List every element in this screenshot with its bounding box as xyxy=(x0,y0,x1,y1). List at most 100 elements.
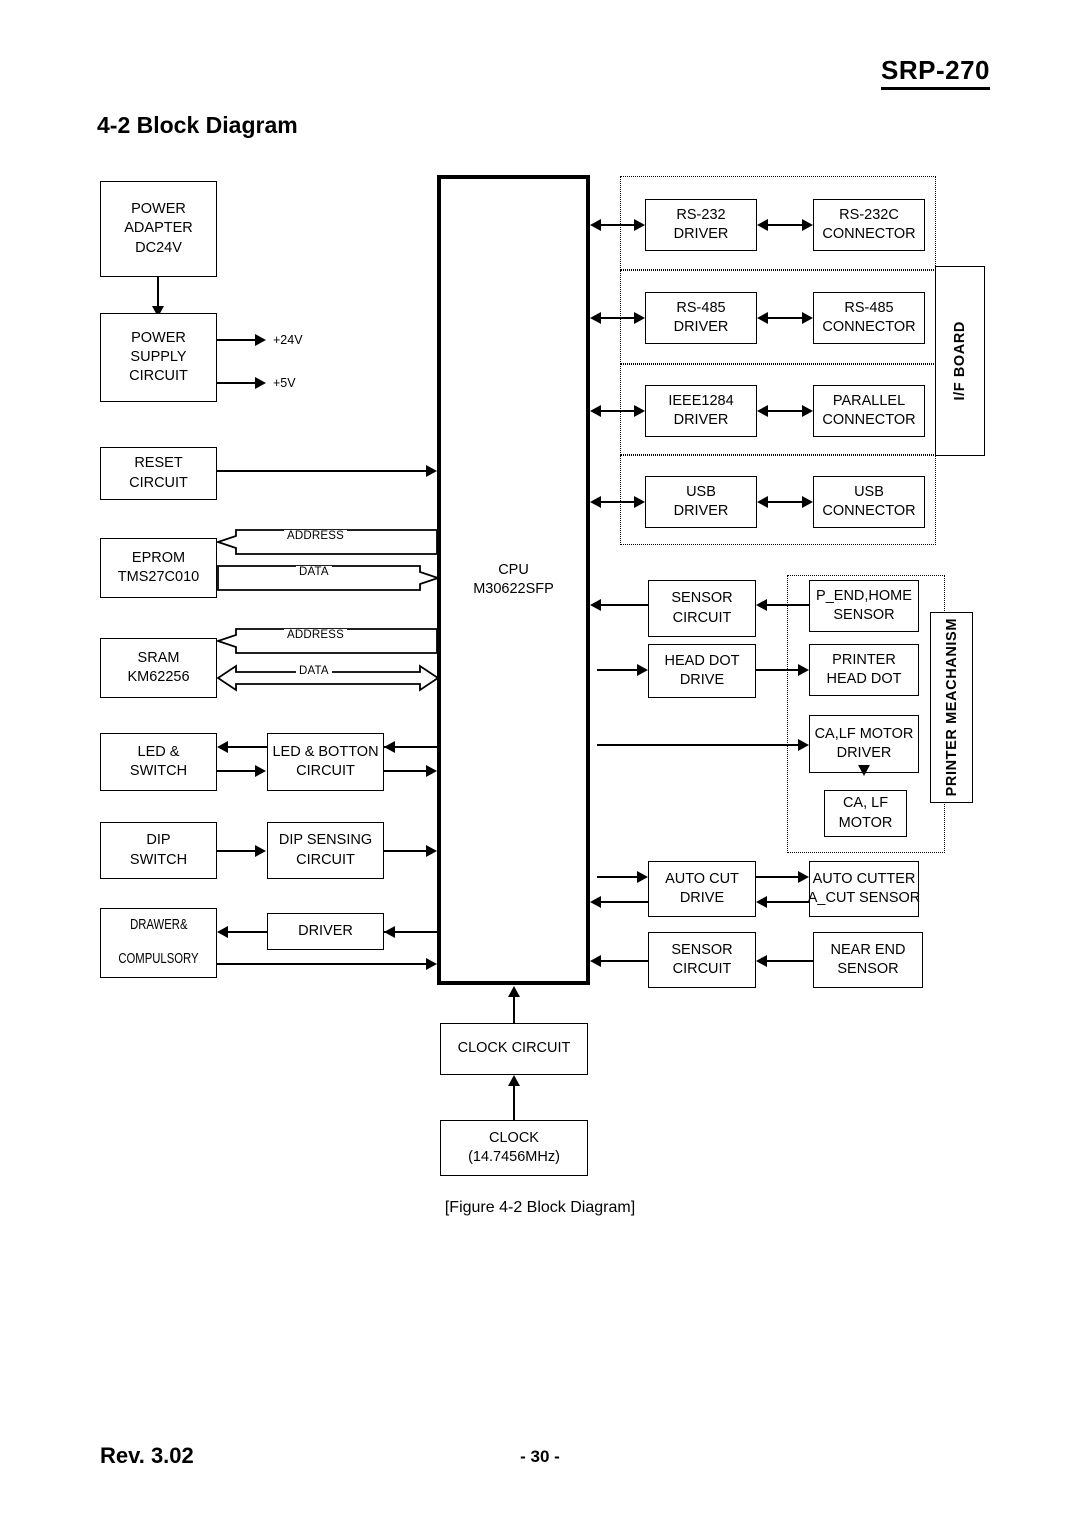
parallel-conn-line2: CONNECTOR xyxy=(822,412,916,428)
arrow-dipsw-to-dipcirc xyxy=(255,845,266,857)
line-reset-to-cpu xyxy=(217,470,429,472)
head-dot-drive-line1: HEAD DOT xyxy=(664,652,740,669)
arrow-autocut-to-cutter xyxy=(798,871,809,883)
block-drawer-driver: DRIVER xyxy=(267,913,384,950)
arrow-rs485-to-conn xyxy=(802,312,813,324)
p-end-home-line2: SENSOR xyxy=(833,607,895,623)
line-pend-to-sensorcirc xyxy=(764,604,809,606)
arrow-ledsw-to-ledcirc xyxy=(255,765,266,777)
line-nearend-to-sensorcirc xyxy=(764,960,813,962)
arrow-calfdriver-to-motor xyxy=(858,765,870,776)
dip-switch-line1: DIP xyxy=(146,832,171,849)
block-parallel-connector: PARALLEL CONNECTOR xyxy=(813,385,925,437)
near-end-line2: SENSOR xyxy=(837,961,899,977)
block-rs485-driver: RS-485 DRIVER xyxy=(645,292,757,344)
block-sensor-circuit-nearend: SENSOR CIRCUIT xyxy=(648,932,756,988)
rs232c-conn-line1: RS-232C xyxy=(839,206,899,223)
usb-conn-line2: CONNECTOR xyxy=(822,503,916,519)
usb-conn-line1: USB xyxy=(854,483,884,500)
rs485-conn-line1: RS-485 xyxy=(844,299,894,316)
arrow-sensorcirc2-to-cpu xyxy=(590,955,601,967)
line-headdot-to-printerhead xyxy=(756,669,801,671)
arrow-cpu-rs485 xyxy=(634,312,645,324)
ca-lf-motor-line1: CA, LF xyxy=(842,795,889,812)
block-power-supply: POWER SUPPLY CIRCUIT xyxy=(100,313,217,402)
arrow-cpu-ieee1284 xyxy=(634,405,645,417)
arrow-cpu-to-autocut xyxy=(637,871,648,883)
line-driver-to-drawer xyxy=(228,931,267,933)
arrow-cpu-usb xyxy=(634,496,645,508)
clock-circuit-line1: CLOCK CIRCUIT xyxy=(457,1040,571,1057)
block-sram: SRAM KM62256 xyxy=(100,638,217,698)
sensor-circuit-head-line2: CIRCUIT xyxy=(672,609,732,626)
arrow-pend-to-sensorcirc xyxy=(756,599,767,611)
arrow-usb-to-conn xyxy=(802,496,813,508)
power-adapter-line2: ADAPTER xyxy=(124,220,193,237)
sensor-circuit-nearend-line1: SENSOR xyxy=(671,941,733,958)
arrow-rail-5v xyxy=(255,377,266,389)
block-dip-switch: DIP SWITCH xyxy=(100,822,217,879)
led-button-circuit-line2: CIRCUIT xyxy=(296,763,355,779)
power-supply-line3: CIRCUIT xyxy=(129,368,188,385)
clock-source-line2: (14.7456MHz) xyxy=(468,1149,560,1165)
block-eprom: EPROM TMS27C010 xyxy=(100,538,217,598)
arrow-drawer-to-cpu xyxy=(426,958,437,970)
line-ledsw-to-ledcirc xyxy=(217,770,256,772)
line-rail-5v xyxy=(217,382,257,384)
line-cpu-usb xyxy=(597,501,637,503)
reset-line1: RESET xyxy=(134,455,183,472)
arrow-cpu-to-headdot xyxy=(637,664,648,676)
block-usb-connector: USB CONNECTOR xyxy=(813,476,925,528)
line-usb-conn xyxy=(765,501,807,503)
arrow-cpu-rs232 xyxy=(634,219,645,231)
ca-lf-driver-line2: DRIVER xyxy=(836,745,892,761)
bus-label-eprom-address: ADDRESS xyxy=(284,530,347,542)
line-ledcirc-to-ledsw xyxy=(228,746,267,748)
eprom-line1: EPROM xyxy=(131,549,186,566)
eprom-line2: TMS27C010 xyxy=(117,569,200,585)
block-led-button-circuit: LED & BOTTON CIRCUIT xyxy=(267,733,384,791)
rs232-driver-line2: DRIVER xyxy=(673,226,729,242)
section-heading: 4-2 Block Diagram xyxy=(97,112,298,138)
block-p-end-home-sensor: P_END,HOME SENSOR xyxy=(809,580,919,632)
arrow-ledcirc-to-cpu xyxy=(426,765,437,777)
line-cpu-rs232 xyxy=(597,224,637,226)
line-cpu-to-autocut xyxy=(597,876,640,878)
ieee1284-driver-line1: IEEE1284 xyxy=(668,392,734,409)
block-reset-circuit: RESET CIRCUIT xyxy=(100,447,217,500)
line-dipcirc-to-cpu xyxy=(384,850,429,852)
line-cpu-rs485 xyxy=(597,317,637,319)
label-rail-24v: +24V xyxy=(273,333,303,347)
auto-cut-drive-line2: DRIVE xyxy=(679,890,725,906)
line-dipsw-to-dipcirc xyxy=(217,850,256,852)
led-button-circuit-line1: LED & BOTTON xyxy=(272,743,379,760)
block-drawer-compulsory: DRAWER& COMPULSORY xyxy=(100,908,217,978)
arrow-cpu-to-ledcirc xyxy=(384,741,395,753)
arrow-cutter-to-autocut xyxy=(756,896,767,908)
arrow-headdot-to-printerhead xyxy=(798,664,809,676)
arrow-reset-to-cpu xyxy=(426,465,437,477)
usb-driver-line2: DRIVER xyxy=(673,503,729,519)
line-sensorcirc2-to-cpu xyxy=(600,960,648,962)
block-clock-source: CLOCK (14.7456MHz) xyxy=(440,1120,588,1176)
drawer-line1: DRAWER& xyxy=(129,917,188,934)
block-head-dot-drive: HEAD DOT DRIVE xyxy=(648,644,756,698)
line-drawer-to-cpu xyxy=(217,963,429,965)
line-cpu-to-headdot xyxy=(597,669,640,671)
power-adapter-line1: POWER xyxy=(131,201,186,218)
p-end-home-line1: P_END,HOME xyxy=(816,587,912,604)
line-cutter-to-autocut xyxy=(764,901,809,903)
block-ca-lf-motor: CA, LF MOTOR xyxy=(824,790,907,837)
power-supply-line2: SUPPLY xyxy=(130,348,187,365)
cpu-line1: CPU xyxy=(498,561,529,578)
arrow-usb-cpu xyxy=(590,496,601,508)
block-led-switch: LED & SWITCH xyxy=(100,733,217,791)
arrow-driver-to-drawer xyxy=(217,926,228,938)
clock-source-line1: CLOCK xyxy=(489,1129,539,1146)
arrow-clock-to-clockcirc xyxy=(508,1075,520,1086)
line-rs232-conn xyxy=(765,224,807,226)
label-rail-5v: +5V xyxy=(273,376,296,390)
block-rs485-connector: RS-485 CONNECTOR xyxy=(813,292,925,344)
arrow-clockcirc-to-cpu xyxy=(508,986,520,997)
bus-label-sram-address: ADDRESS xyxy=(284,629,347,641)
